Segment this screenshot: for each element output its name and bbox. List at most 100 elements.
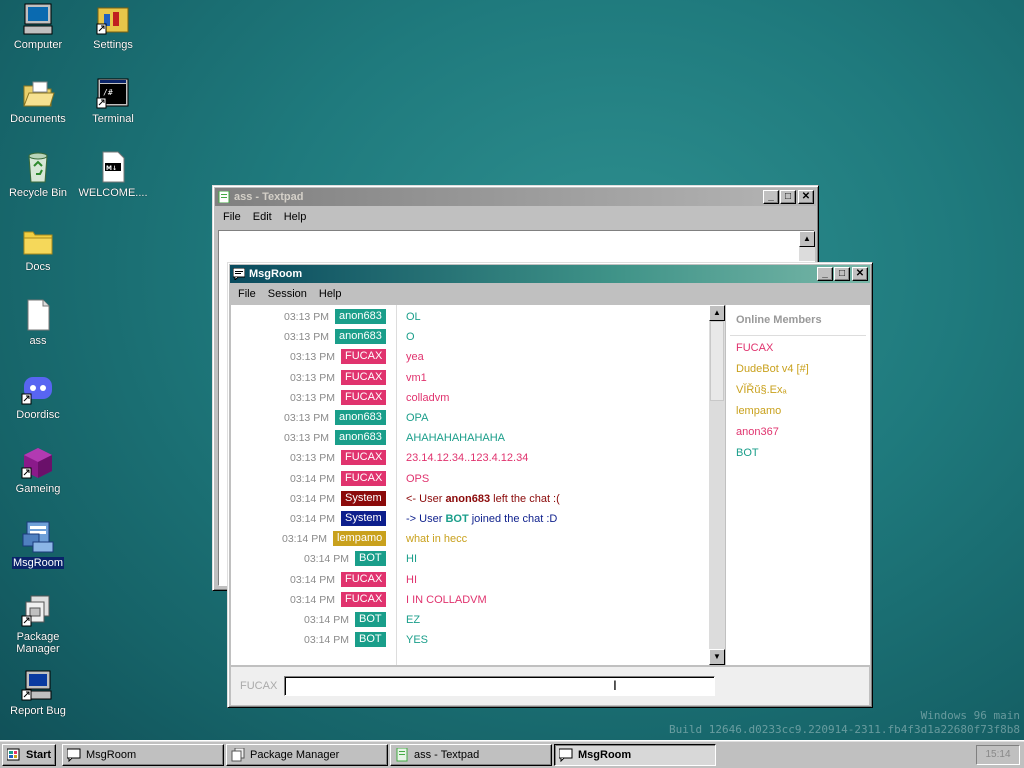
desktop-icon-msgroom[interactable]: MsgRoom [0,520,76,569]
message-username-badge[interactable]: FUCAX [341,389,387,405]
message-text-user: anon683 [445,492,491,505]
desktop-icon-label: WELCOME.... [78,187,148,199]
menu-file[interactable]: File [217,211,247,223]
chat-message-row: 03:13 PM FUCAX colladvm [231,389,711,409]
desktop-icon-terminal[interactable]: /# Terminal [75,76,151,125]
maximize-button[interactable]: □ [780,190,796,204]
desktop-icon-settings[interactable]: Settings [75,2,151,51]
minimize-button[interactable]: _ [763,190,779,204]
message-timestamp: 03:13 PM [290,391,335,404]
message-username-badge[interactable]: FUCAX [341,369,387,385]
system-tray: 15:14 [976,745,1020,765]
message-timestamp: 03:13 PM [290,452,335,465]
message-input[interactable] [284,676,715,696]
text-cursor-icon: I [613,677,617,693]
taskbar-button-package-manager[interactable]: Package Manager [226,744,388,766]
menu-help[interactable]: Help [278,211,313,223]
close-button[interactable]: ✕ [852,267,868,281]
scroll-up-button[interactable]: ▲ [709,305,725,321]
desktop-icon-gameing[interactable]: Gameing [0,446,76,495]
taskbar-button-label: Package Manager [250,749,340,761]
message-username-badge[interactable]: anon683 [335,309,386,324]
message-timestamp: 03:14 PM [290,492,335,505]
folder-open-icon [21,76,55,110]
package-icon [231,747,245,762]
message-username-badge[interactable]: BOT [355,612,386,627]
chat-message-row: 03:14 PM FUCAX HI [231,571,711,591]
desktop-icon-documents[interactable]: Documents [0,76,76,125]
chat-message-row: 03:14 PM System -> User BOT joined the cha… [231,510,711,530]
desktop-icon-recycle-bin[interactable]: Recycle Bin [0,150,76,199]
message-timestamp: 03:14 PM [304,553,349,566]
message-username-badge[interactable]: FUCAX [341,591,387,607]
message-list[interactable]: 03:13 PM anon683 OL 03:13 PM anon683 O 03:13 P… [231,305,711,665]
member-item[interactable]: BOT [736,447,759,459]
start-button[interactable]: Start [2,744,56,766]
menu-file[interactable]: File [232,288,262,300]
message-text-user: BOT [445,513,469,525]
message-username-badge[interactable]: anon683 [335,430,386,446]
clock[interactable]: 15:14 [985,749,1010,760]
scroll-down-button[interactable]: ▼ [709,649,725,665]
desktop-icon-label: MsgRoom [11,557,65,569]
message-timestamp: 03:13 PM [290,351,335,364]
desktop-icon-docs[interactable]: Docs [0,224,76,273]
message-text: AHAHAHAHAHAHA [406,432,506,445]
member-item[interactable]: DudeBot v4 [#] [736,363,809,375]
chat-bubble-icon [232,267,246,282]
taskbar-button-msgroom-1[interactable]: MsgRoom [62,744,224,766]
message-username-badge[interactable]: anon683 [335,329,386,345]
message-username-badge[interactable]: FUCAX [341,450,387,466]
menu-session[interactable]: Session [262,288,313,300]
close-button[interactable]: ✕ [798,190,814,204]
discord-icon [21,372,55,406]
chat-message-row: 03:14 PM lempamo what in hecc [231,530,711,550]
message-username-badge[interactable]: FUCAX [341,470,387,486]
message-username-badge[interactable]: BOT [355,551,386,567]
members-header: Online Members [736,314,822,326]
desktop-icon-package-manager[interactable]: Package Manager [0,594,76,655]
textpad-titlebar[interactable]: ass - Textpad _ □ ✕ [215,188,816,206]
desktop-icon-computer[interactable]: Computer [0,2,76,51]
maximize-button[interactable]: □ [834,267,850,281]
scroll-thumb[interactable] [710,321,724,401]
msgroom-titlebar[interactable]: MsgRoom _ □ ✕ [230,265,870,283]
message-username-badge[interactable]: lempamo [333,531,387,547]
menu-help[interactable]: Help [313,288,348,300]
textpad-scrollbar[interactable]: ▲ [799,231,815,261]
chat-message-row: 03:13 PM FUCAX yea [231,348,711,368]
start-logo-icon [6,748,21,762]
member-item[interactable]: FUCAX [736,342,773,354]
scroll-up-button[interactable]: ▲ [799,231,815,247]
terminal-icon: /# [96,76,130,110]
svg-text:M↓: M↓ [106,165,117,172]
markdown-file-icon: M↓ [96,150,130,184]
desktop-icon-ass[interactable]: ass [0,298,76,347]
chat-scrollbar[interactable]: ▲ ▼ [709,305,725,665]
message-username-badge[interactable]: FUCAX [341,571,387,587]
desktop-icon-report-bug[interactable]: Report Bug [0,668,76,717]
desktop-icon-doordisc[interactable]: Doordisc [0,372,76,421]
member-item[interactable]: lempamo [736,405,781,417]
message-username-badge[interactable]: System [341,511,386,526]
message-text: O [406,331,415,344]
member-item[interactable]: anon367 [736,426,779,438]
taskbar-button-textpad[interactable]: ass - Textpad [390,744,552,766]
desktop-icon-welcome[interactable]: M↓ WELCOME.... [75,150,151,199]
message-text: OPA [406,412,429,424]
message-username-badge[interactable]: System [341,490,386,506]
message-text-prefix: <- User [406,492,446,505]
member-item[interactable]: VĬŘŭ§.Exₐ [736,384,787,396]
message-username-badge[interactable]: FUCAX [341,349,387,365]
message-text: HI [406,553,417,566]
chat-message-row: 03:13 PM anon683 OPA [231,409,711,429]
taskbar-button-msgroom-2[interactable]: MsgRoom [554,744,716,766]
menu-edit[interactable]: Edit [247,211,278,223]
message-username-badge[interactable]: anon683 [335,410,386,425]
message-username-badge[interactable]: BOT [355,632,386,648]
message-text: <- User anon683 left the chat :( [406,493,560,505]
chat-message-row: 03:13 PM FUCAX 23.14.12.34..123.4.12.34 [231,449,711,469]
minimize-button[interactable]: _ [817,267,833,281]
desktop-icon-label: Computer [13,39,63,51]
msgroom-window[interactable]: MsgRoom _ □ ✕ File Session Help 03:13 PM… [227,262,873,708]
